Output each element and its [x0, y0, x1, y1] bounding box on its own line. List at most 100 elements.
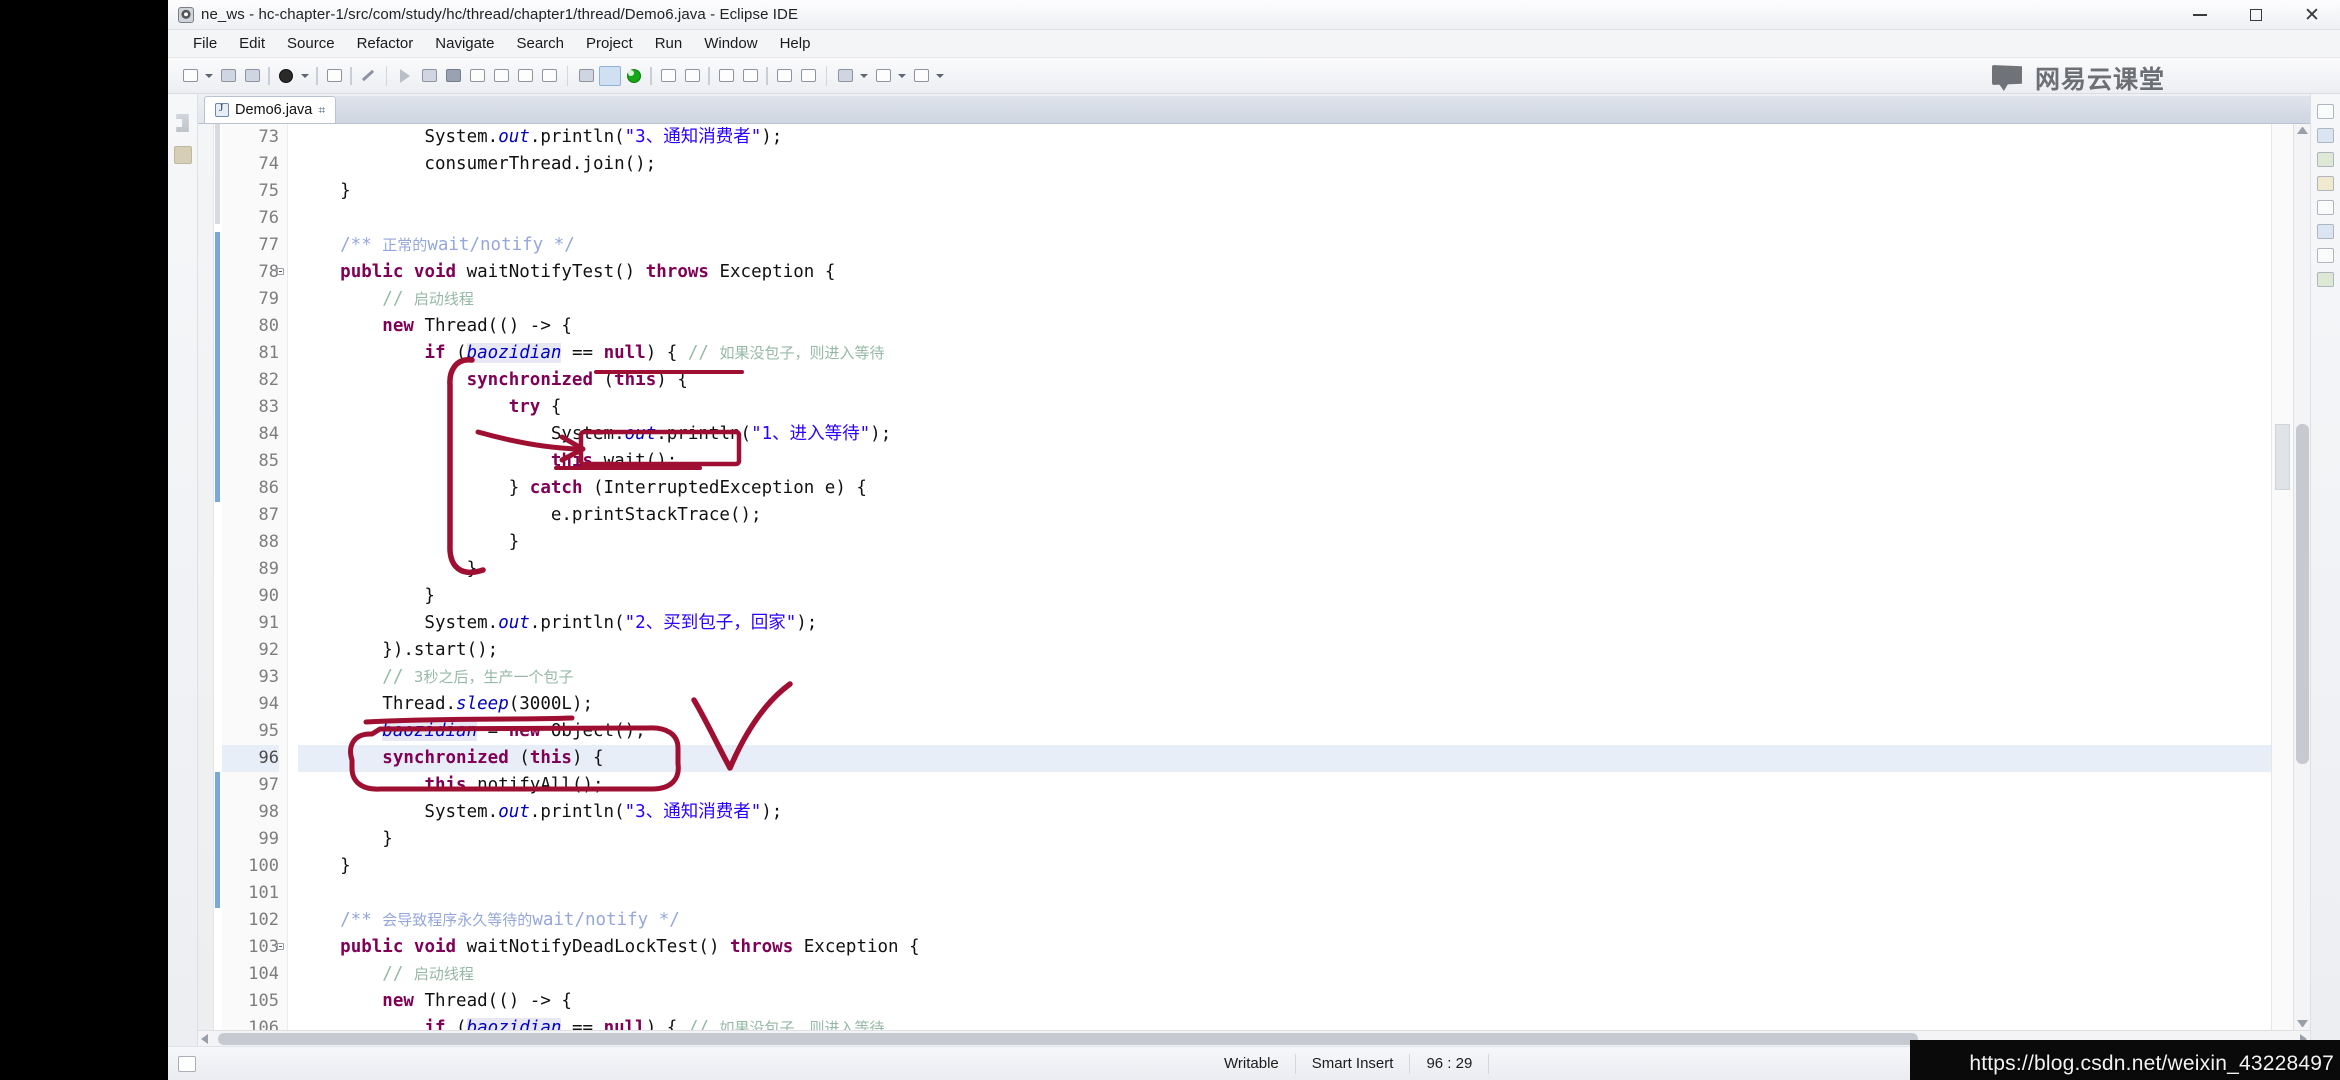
code-line[interactable]: new Thread(() -> {: [298, 313, 2271, 340]
code-line[interactable]: // 启动线程: [298, 961, 2271, 988]
problems-view-icon[interactable]: [2317, 224, 2334, 239]
terminate-icon[interactable]: [442, 65, 464, 87]
menu-navigate[interactable]: Navigate: [424, 32, 505, 55]
new-package-icon[interactable]: [872, 65, 894, 87]
back-icon[interactable]: [514, 65, 536, 87]
code-line[interactable]: /** 正常的wait/notify */: [298, 232, 2271, 259]
refresh-icon[interactable]: [797, 65, 819, 87]
code-line[interactable]: [298, 205, 2271, 232]
overview-ruler[interactable]: [2271, 124, 2293, 1030]
menu-window[interactable]: Window: [693, 32, 768, 55]
code-line[interactable]: public void waitNotifyDeadLockTest() thr…: [298, 934, 2271, 961]
code-line[interactable]: this.wait();: [298, 448, 2271, 475]
package-dropdown-caret-icon[interactable]: [898, 73, 906, 78]
menu-file[interactable]: File: [182, 32, 228, 55]
code-line[interactable]: System.out.println("1、进入等待");: [298, 421, 2271, 448]
code-line[interactable]: System.out.println("3、通知消费者");: [298, 799, 2271, 826]
external-tools-icon[interactable]: [357, 65, 379, 87]
new-java-class-icon[interactable]: [834, 65, 856, 87]
new-dropdown-caret-icon[interactable]: [205, 73, 213, 78]
servers-view-icon[interactable]: [2317, 248, 2334, 263]
class-dropdown-caret-icon[interactable]: [860, 73, 868, 78]
code-line[interactable]: // 3秒之后，生产一个包子: [298, 664, 2271, 691]
pin-editor-icon[interactable]: [715, 65, 737, 87]
extract-dropdown-caret-icon[interactable]: [936, 73, 944, 78]
toolbar-drag-handle-4[interactable]: [650, 66, 652, 85]
skip-breakpoints-icon[interactable]: [681, 65, 703, 87]
code-line[interactable]: public void waitNotifyTest() throws Exce…: [298, 259, 2271, 286]
link-icon[interactable]: [739, 65, 761, 87]
coverage-icon[interactable]: [418, 65, 440, 87]
hierarchy-view-icon[interactable]: [2317, 176, 2334, 191]
vertical-scroll-thumb[interactable]: [2296, 424, 2309, 764]
code-line[interactable]: synchronized (this) {: [298, 367, 2271, 394]
code-line[interactable]: [298, 880, 2271, 907]
toolbar-drag-handle-6[interactable]: [766, 66, 768, 85]
save-icon[interactable]: [217, 65, 239, 87]
forward-icon[interactable]: [538, 65, 560, 87]
code-line[interactable]: if (baozidian == null) { // 如果没包子，则进入等待: [298, 1015, 2271, 1030]
toolbar-drag-handle-1[interactable]: [268, 66, 270, 85]
code-line[interactable]: synchronized (this) {: [298, 745, 2271, 772]
code-line[interactable]: /** 会导致程序永久等待的wait/notify */: [298, 907, 2271, 934]
menu-help[interactable]: Help: [769, 32, 822, 55]
debug-dropdown-caret-icon[interactable]: [301, 73, 309, 78]
menu-edit[interactable]: Edit: [228, 32, 276, 55]
code-line[interactable]: this.notifyAll();: [298, 772, 2271, 799]
horizontal-scroll-thumb[interactable]: [218, 1033, 1918, 1045]
source-code-area[interactable]: System.out.println("3、通知消费者"); consumerT…: [288, 124, 2271, 1030]
restore-outline-icon[interactable]: [173, 146, 192, 164]
code-line[interactable]: // 启动线程: [298, 286, 2271, 313]
print-icon[interactable]: [241, 65, 263, 87]
code-line[interactable]: consumerThread.join();: [298, 151, 2271, 178]
marker-gutter[interactable]: [198, 124, 214, 1030]
outline-view-icon[interactable]: [2317, 104, 2334, 119]
code-line[interactable]: baozidian = new Object();: [298, 718, 2271, 745]
scroll-down-icon[interactable]: [2297, 1020, 2308, 1027]
open-type-icon[interactable]: [323, 65, 345, 87]
maximize-button[interactable]: [2228, 0, 2284, 30]
code-line[interactable]: }: [298, 178, 2271, 205]
menu-run[interactable]: Run: [644, 32, 694, 55]
code-line[interactable]: e.printStackTrace();: [298, 502, 2271, 529]
tab-pin-icon[interactable]: ⌗: [318, 103, 325, 118]
code-line[interactable]: try {: [298, 394, 2271, 421]
code-line[interactable]: Thread.sleep(3000L);: [298, 691, 2271, 718]
previous-annotation-icon[interactable]: [490, 65, 512, 87]
editor-vertical-scrollbar[interactable]: [2293, 124, 2310, 1030]
new-wizard-icon[interactable]: [179, 65, 201, 87]
scroll-left-icon[interactable]: [201, 1034, 208, 1044]
junit-view-icon[interactable]: [2317, 152, 2334, 167]
code-line[interactable]: }: [298, 583, 2271, 610]
debug-icon[interactable]: [275, 65, 297, 87]
fold-collapse-icon[interactable]: [277, 943, 284, 950]
search-icon[interactable]: [575, 65, 597, 87]
console-view-icon[interactable]: [2317, 200, 2334, 215]
run-icon[interactable]: [394, 65, 416, 87]
open-perspective-icon[interactable]: [599, 65, 621, 87]
task-list-icon[interactable]: [2317, 128, 2334, 143]
history-icon[interactable]: [773, 65, 795, 87]
menu-search[interactable]: Search: [505, 32, 575, 55]
code-line[interactable]: }: [298, 826, 2271, 853]
toolbar-drag-handle-2[interactable]: [316, 66, 318, 85]
code-line[interactable]: System.out.println("2、买到包子，回家");: [298, 610, 2271, 637]
toggle-breakpoint-icon[interactable]: [657, 65, 679, 87]
next-annotation-icon[interactable]: [466, 65, 488, 87]
scroll-up-icon[interactable]: [2297, 127, 2308, 134]
extract-icon[interactable]: [910, 65, 932, 87]
menu-project[interactable]: Project: [575, 32, 644, 55]
search-view-icon[interactable]: [2317, 272, 2334, 287]
tab-demo6-java[interactable]: Demo6.java ⌗: [204, 96, 337, 123]
toolbar-drag-handle-3[interactable]: [350, 66, 352, 85]
code-line[interactable]: }: [298, 556, 2271, 583]
code-line[interactable]: } catch (InterruptedException e) {: [298, 475, 2271, 502]
java-perspective-icon[interactable]: [623, 65, 645, 87]
code-line[interactable]: }).start();: [298, 637, 2271, 664]
code-line[interactable]: }: [298, 853, 2271, 880]
restore-package-explorer-icon[interactable]: [176, 114, 189, 132]
fold-collapse-icon[interactable]: [277, 268, 284, 275]
close-button[interactable]: ✕: [2284, 0, 2340, 30]
menu-source[interactable]: Source: [276, 32, 346, 55]
code-line[interactable]: System.out.println("3、通知消费者");: [298, 124, 2271, 151]
